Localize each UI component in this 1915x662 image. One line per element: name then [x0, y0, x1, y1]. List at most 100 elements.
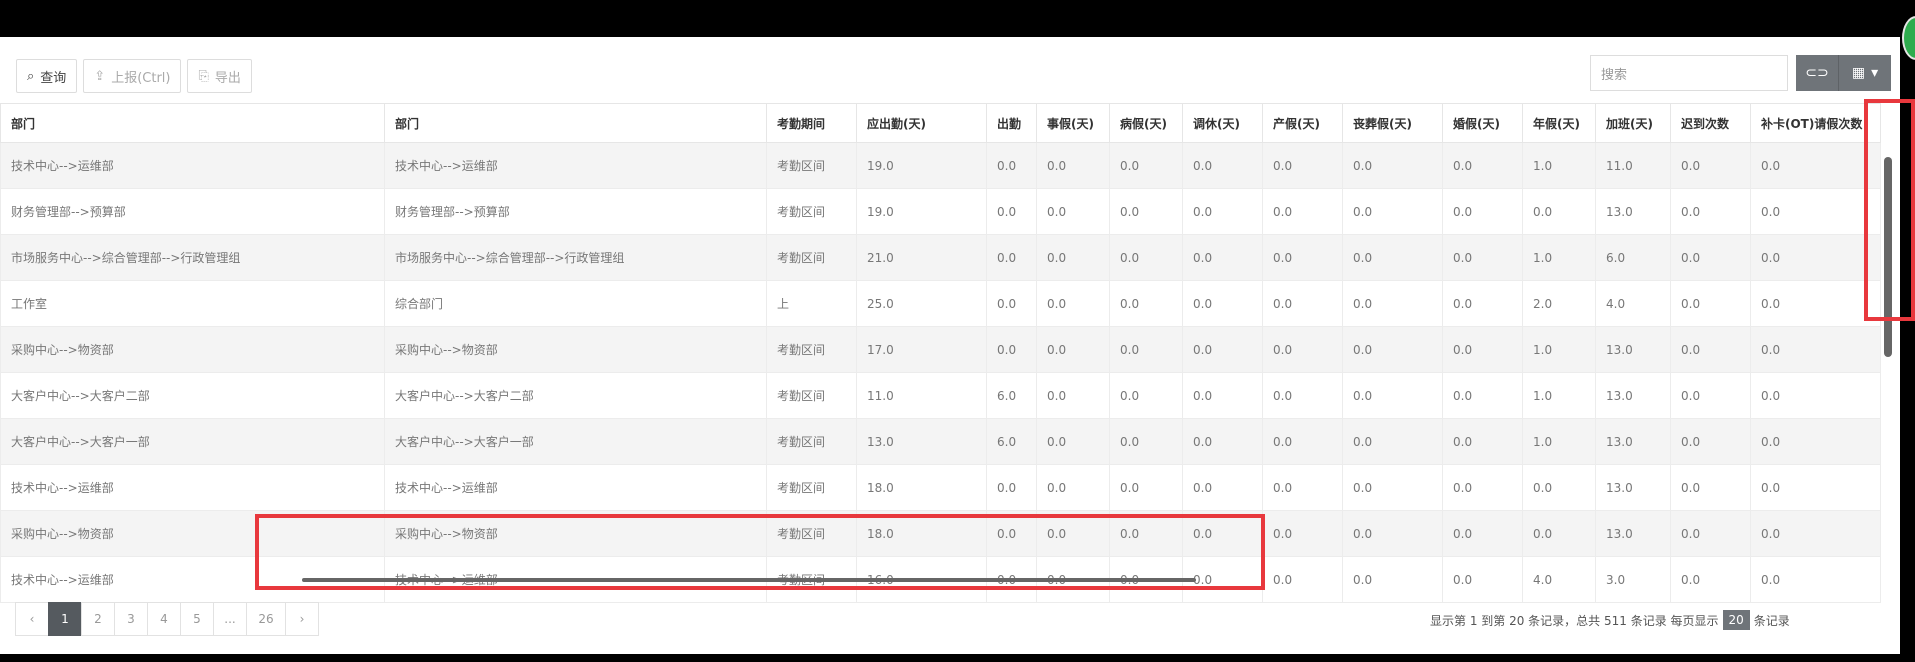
table-cell: 0.0	[1670, 280, 1751, 327]
table-cell: 0.0	[1262, 280, 1343, 327]
table-cell: 0.0	[1262, 510, 1343, 557]
table-cell: 0.0	[1342, 556, 1443, 603]
table-row[interactable]: 技术中心-->运维部 技术中心-->运维部 考勤区间 19.0 0.0 0.0 0.0 0.0…	[0, 142, 1881, 189]
table-cell: 1.0	[1522, 234, 1596, 281]
table-cell: 0.0	[1670, 464, 1751, 511]
col-header[interactable]: 应出勤(天)	[856, 103, 987, 143]
col-header[interactable]: 考勤期间	[766, 103, 857, 143]
table-row[interactable]: 技术中心-->运维部 技术中心-->运维部 考勤区间 18.0 0.0 0.0 0.0 0.0…	[0, 464, 1881, 511]
prev-page-button[interactable]: ‹	[15, 602, 49, 636]
col-header[interactable]: 年假(天)	[1522, 103, 1596, 143]
table-cell: 0.0	[1182, 188, 1263, 235]
table-cell: 0.0	[1036, 326, 1110, 373]
table-cell: 0.0	[1342, 234, 1443, 281]
col-header[interactable]: 部门	[384, 103, 767, 143]
search-icon: ⌕	[27, 68, 35, 84]
table-cell: 0.0	[1262, 372, 1343, 419]
col-header[interactable]: 病假(天)	[1109, 103, 1183, 143]
table-cell: 0.0	[1109, 372, 1183, 419]
col-header[interactable]: 丧葬假(天)	[1342, 103, 1443, 143]
col-header[interactable]: 事假(天)	[1036, 103, 1110, 143]
grid-icon: ▦	[1851, 65, 1866, 81]
table-cell: 0.0	[1262, 326, 1343, 373]
table-cell: 21.0	[856, 234, 987, 281]
table-cell: 大客户中心-->大客户一部	[0, 418, 385, 465]
table-cell: 19.0	[856, 188, 987, 235]
table-row[interactable]: 财务管理部-->预算部 财务管理部-->预算部 考勤区间 19.0 0.0 0.0 0.0 0…	[0, 188, 1881, 235]
chevron-down-icon: ▾	[1871, 65, 1879, 81]
page-size-select[interactable]: 20	[1722, 610, 1750, 630]
table-cell: 0.0	[1109, 234, 1183, 281]
col-header[interactable]: 补卡(OT)请假次数	[1750, 103, 1881, 143]
page-button-5[interactable]: 5	[180, 602, 214, 636]
columns-button[interactable]: ▦ ▾	[1839, 55, 1891, 91]
table-cell: 0.0	[1342, 510, 1443, 557]
table-cell: 0.0	[1442, 280, 1523, 327]
table-cell: 6.0	[1595, 234, 1671, 281]
report-button[interactable]: ⇪ 上报(Ctrl)	[83, 59, 182, 93]
table-cell: 0.0	[1750, 142, 1881, 189]
query-button[interactable]: ⌕ 查询	[16, 59, 78, 93]
table-row[interactable]: 采购中心-->物资部 采购中心-->物资部 考勤区间 17.0 0.0 0.0 0.0 0.0…	[0, 326, 1881, 373]
table-cell: 0.0	[1750, 510, 1881, 557]
table-cell: 大客户中心-->大客户二部	[384, 372, 767, 419]
table-cell: 0.0	[1036, 418, 1110, 465]
table-cell: 0.0	[1342, 188, 1443, 235]
table-row[interactable]: 工作室 综合部门上 25.0 0.0 0.0 0.0 0.0 0.0 0.0 0.0 2.0 4.0 0…	[0, 280, 1881, 327]
col-header[interactable]: 加班(天)	[1595, 103, 1671, 143]
table-cell: 1.0	[1522, 418, 1596, 465]
table-cell: 18.0	[856, 464, 987, 511]
table-cell: 采购中心-->物资部	[384, 326, 767, 373]
col-header[interactable]: 出勤	[986, 103, 1037, 143]
export-label: 导出	[214, 70, 241, 86]
table-cell: 13.0	[856, 418, 987, 465]
table-cell: 考勤区间	[766, 464, 857, 511]
search-input[interactable]: 搜索	[1590, 55, 1788, 91]
next-page-button[interactable]: ›	[285, 602, 319, 636]
toggle-view-button[interactable]: ⊂⊃	[1796, 55, 1839, 91]
page-button-4[interactable]: 4	[147, 602, 181, 636]
table-cell: 工作室	[0, 280, 385, 327]
table-cell: 0.0	[1522, 188, 1596, 235]
table-cell: 0.0	[1036, 234, 1110, 281]
table-cell: 0.0	[1750, 326, 1881, 373]
table-row[interactable]: 大客户中心-->大客户一部 大客户中心-->大客户一部 考勤区间 13.0 6.0 0.0…	[0, 418, 1881, 465]
table-cell: 技术中心-->运维部	[384, 464, 767, 511]
col-header[interactable]: 婚假(天)	[1442, 103, 1523, 143]
table-cell: 0.0	[1750, 188, 1881, 235]
col-header[interactable]: 调休(天)	[1182, 103, 1263, 143]
table-cell: 0.0	[1342, 418, 1443, 465]
table-cell: 0.0	[1036, 142, 1110, 189]
table-cell: 19.0	[856, 142, 987, 189]
table-cell: 技术中心-->运维部	[384, 142, 767, 189]
table-cell: 财务管理部-->预算部	[384, 188, 767, 235]
table-cell: 0.0	[1670, 234, 1751, 281]
table-cell: 0.0	[1182, 464, 1263, 511]
table-cell: 0.0	[1670, 510, 1751, 557]
export-button[interactable]: ⎘ 导出	[187, 59, 252, 93]
table-cell: 0.0	[1262, 142, 1343, 189]
table-cell: 0.0	[1670, 556, 1751, 603]
table-cell: 考勤区间	[766, 326, 857, 373]
table-cell: 0.0	[1442, 188, 1523, 235]
page-button-1[interactable]: 1	[48, 602, 82, 636]
table-cell: 0.0	[1750, 418, 1881, 465]
table-cell: 0.0	[1036, 372, 1110, 419]
top-black-bar	[0, 0, 1915, 37]
table-cell: 0.0	[1670, 326, 1751, 373]
col-header[interactable]: 迟到次数	[1670, 103, 1751, 143]
highlight-box-vertical-scrollbar	[1864, 99, 1915, 321]
page-button-last[interactable]: 26	[246, 602, 286, 636]
col-header[interactable]: 部门	[0, 103, 385, 143]
page-button-3[interactable]: 3	[114, 602, 148, 636]
table-cell: 0.0	[1442, 326, 1523, 373]
page-button-2[interactable]: 2	[81, 602, 115, 636]
table-cell: 0.0	[1442, 510, 1523, 557]
table-cell: 0.0	[1342, 326, 1443, 373]
col-header[interactable]: 产假(天)	[1262, 103, 1343, 143]
table-cell: 0.0	[1036, 188, 1110, 235]
table-cell: 0.0	[1442, 372, 1523, 419]
table-row[interactable]: 市场服务中心-->综合管理部-->行政管理组 市场服务中心-->综合管理部-->行…	[0, 234, 1881, 281]
table-cell: 0.0	[1442, 556, 1523, 603]
table-row[interactable]: 大客户中心-->大客户二部 大客户中心-->大客户二部 考勤区间 11.0 6.0 0.0…	[0, 372, 1881, 419]
